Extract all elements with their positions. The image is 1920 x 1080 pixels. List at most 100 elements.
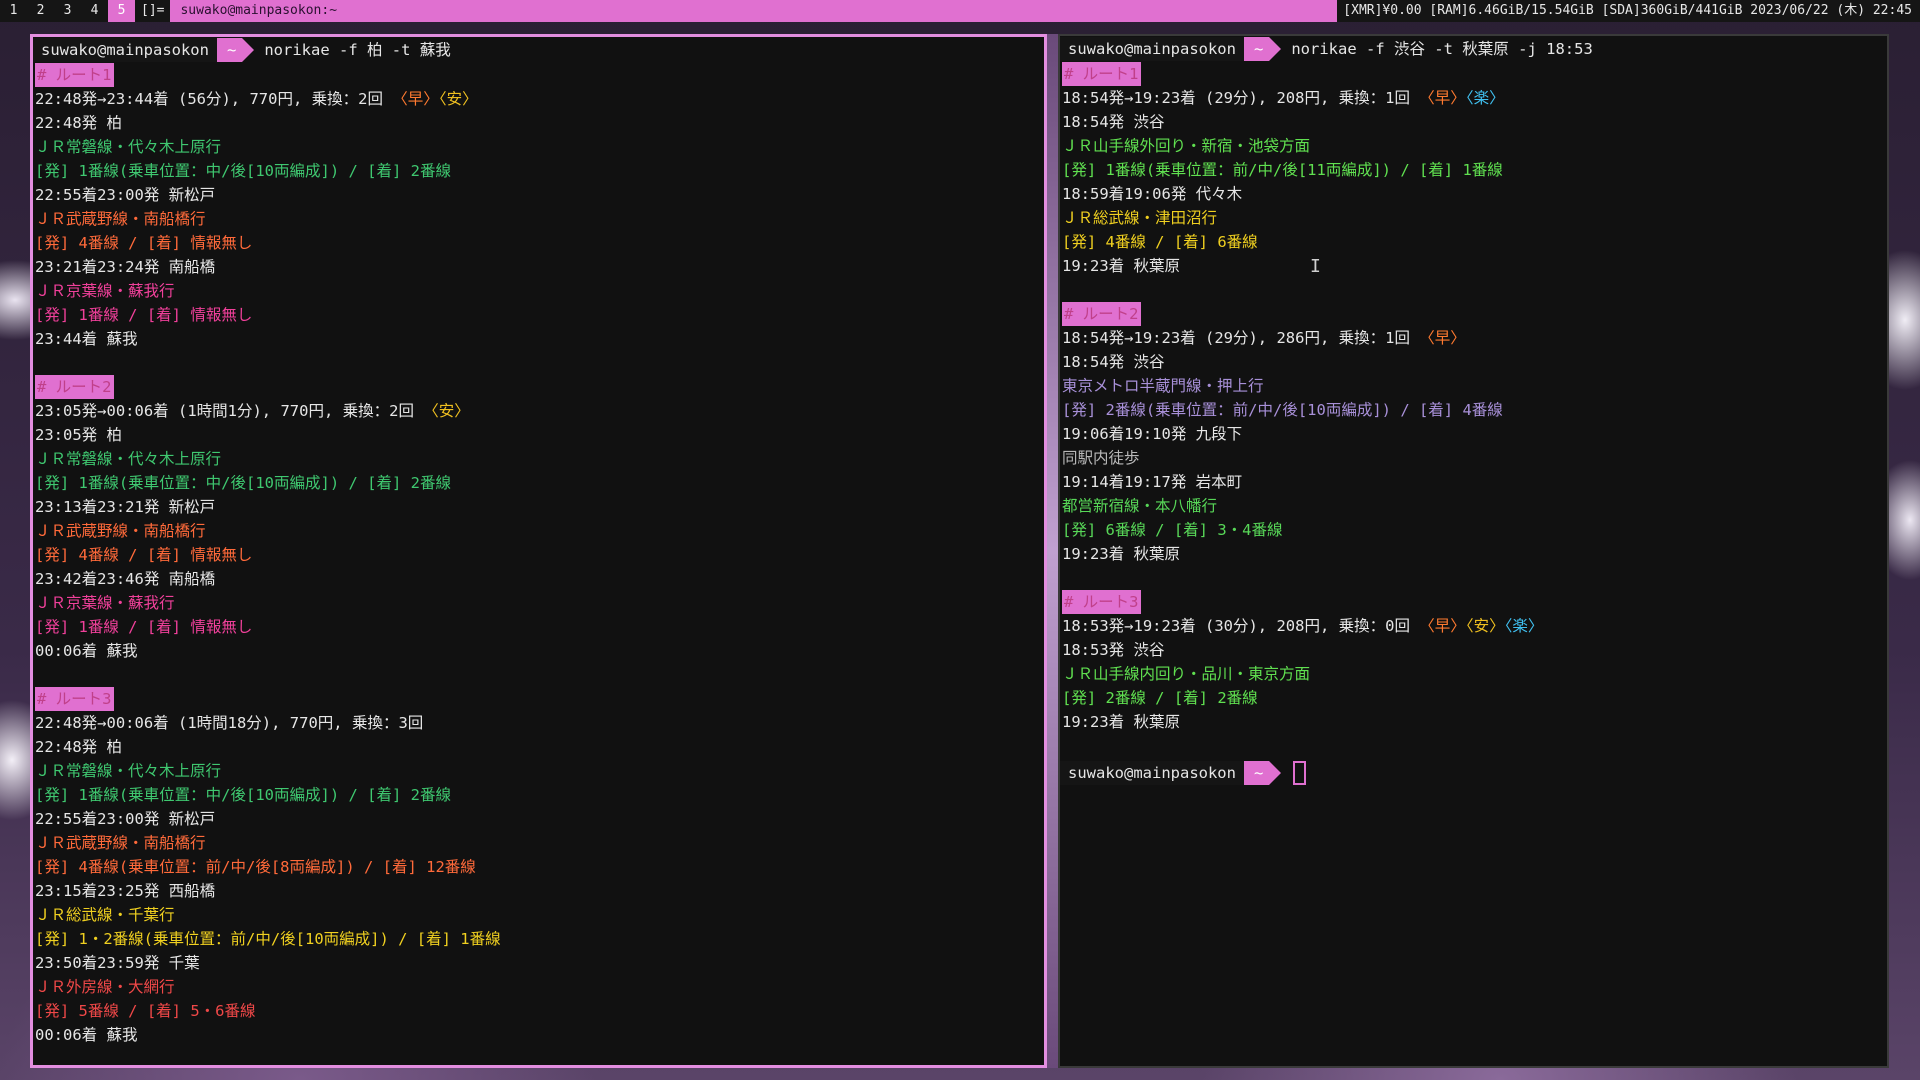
prompt-user: suwako@mainpasokon: [1060, 37, 1244, 61]
route-step: ＪＲ総武線・津田沼行: [1062, 209, 1218, 227]
route-tag: # ルート2: [35, 375, 114, 399]
route-flag: 〈早〉: [392, 90, 439, 108]
route-step: 23:15着23:25発 西船橋: [35, 882, 216, 900]
route-step: [発] 1・2番線(乗車位置：前/中/後[10両編成]) / [着] 1番線: [35, 930, 501, 948]
route-step: [発] 5番線 / [着] 5・6番線: [35, 1002, 256, 1020]
workspace-list: 12345: [0, 0, 135, 22]
route-summary: 22:48発→23:44着 (56分), 770円, 乗換：2回 〈早〉〈安〉: [33, 87, 1044, 111]
route-header: # ルート2: [33, 375, 1044, 399]
route-summary-text: 23:05発→00:06着 (1時間1分), 770円, 乗換：2回: [35, 402, 424, 420]
workspace-3[interactable]: 3: [54, 0, 81, 22]
terminal-left[interactable]: suwako@mainpasokon ~ norikae -f 柏 -t 蘇我 …: [30, 34, 1047, 1068]
workspace-1[interactable]: 1: [0, 0, 27, 22]
route-step: ＪＲ武蔵野線・南船橋行: [35, 834, 206, 852]
route-summary-text: 22:48発→00:06着 (1時間18分), 770円, 乗換：3回: [35, 714, 424, 732]
route-tag: # ルート3: [35, 687, 114, 711]
route-step: ＪＲ京葉線・蘇我行: [35, 282, 175, 300]
route-header: # ルート1: [33, 63, 1044, 87]
route-flag: 〈早〉: [1419, 89, 1466, 107]
workspace-2[interactable]: 2: [27, 0, 54, 22]
final-prompt[interactable]: suwako@mainpasokon ~: [1060, 760, 1887, 786]
prompt-dir: ~: [1243, 761, 1270, 785]
route-step: 19:23着 秋葉原: [1062, 713, 1180, 731]
route-step: [発] 4番線 / [着] 情報無し: [35, 234, 253, 252]
route-step: 23:44着 蘇我: [35, 330, 138, 348]
route-flag: 〈早〉: [1419, 617, 1466, 635]
prompt-dir: ~: [1243, 37, 1270, 61]
route-flag: 〈楽〉: [1504, 617, 1544, 635]
workspace-4[interactable]: 4: [81, 0, 108, 22]
route-step: 18:54発 渋谷: [1062, 353, 1165, 371]
route-flag: 〈楽〉: [1465, 89, 1505, 107]
prompt-user: suwako@mainpasokon: [1060, 761, 1244, 785]
layout-indicator[interactable]: []=: [135, 0, 170, 22]
route-tag: # ルート1: [35, 63, 114, 87]
command-text: norikae -f 柏 -t 蘇我: [264, 41, 451, 59]
route-results: # ルート1 18:54発→19:23着 (29分), 208円, 乗換：1回 〈…: [1060, 62, 1887, 758]
prompt-user: suwako@mainpasokon: [33, 38, 217, 62]
route-header: # ルート2: [1060, 302, 1887, 326]
system-status: [XMR]¥0.00 [RAM]6.46GiB/15.54GiB [SDA]36…: [1337, 0, 1920, 22]
route-step: ＪＲ常磐線・代々木上原行: [35, 450, 222, 468]
route-step: 19:23着 秋葉原: [1062, 545, 1180, 563]
route-step: 同駅内徒歩: [1062, 449, 1140, 467]
route-step: [発] 1番線(乗車位置：中/後[10両編成]) / [着] 2番線: [35, 786, 451, 804]
route-summary: 23:05発→00:06着 (1時間1分), 770円, 乗換：2回 〈安〉: [33, 399, 1044, 423]
focused-window-title: suwako@mainpasokon:~: [170, 0, 1338, 22]
route-step: ＪＲ常磐線・代々木上原行: [35, 762, 222, 780]
route-step: [発] 1番線 / [着] 情報無し: [35, 618, 253, 636]
route-step: ＪＲ総武線・千葉行: [35, 906, 175, 924]
route-step: ＪＲ山手線内回り・品川・東京方面: [1062, 665, 1311, 683]
route-step: [発] 1番線 / [着] 情報無し: [35, 306, 253, 324]
route-step: [発] 4番線(乗車位置：前/中/後[8両編成]) / [着] 12番線: [35, 858, 476, 876]
terminal-right[interactable]: suwako@mainpasokon ~ norikae -f 渋谷 -t 秋葉…: [1058, 34, 1889, 1068]
route-step: [発] 6番線 / [着] 3・4番線: [1062, 521, 1283, 539]
route-step: 23:50着23:59発 千葉: [35, 954, 200, 972]
route-step: 22:48発 柏: [35, 738, 122, 756]
route-step: ＪＲ山手線外回り・新宿・池袋方面: [1062, 137, 1311, 155]
route-results: # ルート1 22:48発→23:44着 (56分), 770円, 乗換：2回 〈…: [33, 63, 1044, 1047]
route-step: 都営新宿線・本八幡行: [1062, 497, 1218, 515]
route-header: # ルート1: [1060, 62, 1887, 86]
route-step: [発] 1番線(乗車位置：中/後[10両編成]) / [着] 2番線: [35, 474, 451, 492]
route-step: ＪＲ常磐線・代々木上原行: [35, 138, 222, 156]
route-flag: 〈安〉: [438, 90, 478, 108]
command-prompt: suwako@mainpasokon ~ norikae -f 渋谷 -t 秋葉…: [1060, 36, 1887, 62]
route-summary-text: 18:53発→19:23着 (30分), 208円, 乗換：0回: [1062, 617, 1420, 635]
route-step: 23:05発 柏: [35, 426, 122, 444]
route-tag: # ルート2: [1062, 302, 1141, 326]
prompt-arrow-icon: [1269, 761, 1282, 785]
route-step: 22:55着23:00発 新松戸: [35, 810, 216, 828]
route-summary-text: 18:54発→19:23着 (29分), 286円, 乗換：1回: [1062, 329, 1420, 347]
route-step: 23:42着23:46発 南船橋: [35, 570, 216, 588]
route-step: ＪＲ武蔵野線・南船橋行: [35, 210, 206, 228]
route-step: 19:06着19:10発 九段下: [1062, 425, 1243, 443]
route-step: ＪＲ京葉線・蘇我行: [35, 594, 175, 612]
prompt-arrow-icon: [1269, 37, 1282, 61]
route-step: 19:23着 秋葉原: [1062, 257, 1180, 275]
route-step: [発] 4番線 / [着] 情報無し: [35, 546, 253, 564]
command-prompt: suwako@mainpasokon ~ norikae -f 柏 -t 蘇我: [33, 37, 1044, 63]
prompt-dir: ~: [216, 38, 243, 62]
route-summary: 22:48発→00:06着 (1時間18分), 770円, 乗換：3回: [33, 711, 1044, 735]
ibeam-cursor-icon: I: [1310, 256, 1321, 277]
route-step: 23:21着23:24発 南船橋: [35, 258, 216, 276]
route-step: 22:48発 柏: [35, 114, 122, 132]
route-summary: 18:54発→19:23着 (29分), 208円, 乗換：1回 〈早〉〈楽〉: [1060, 86, 1887, 110]
route-summary-text: 18:54発→19:23着 (29分), 208円, 乗換：1回: [1062, 89, 1420, 107]
status-bar: 12345 []= suwako@mainpasokon:~ [XMR]¥0.0…: [0, 0, 1920, 22]
route-step: 18:59着19:06発 代々木: [1062, 185, 1243, 203]
route-step: 22:55着23:00発 新松戸: [35, 186, 216, 204]
command-text: norikae -f 渋谷 -t 秋葉原 -j 18:53: [1291, 40, 1593, 58]
workspace-5[interactable]: 5: [108, 0, 135, 22]
route-step: 00:06着 蘇我: [35, 1026, 138, 1044]
route-tag: # ルート3: [1062, 590, 1141, 614]
route-step: [発] 1番線(乗車位置：中/後[10両編成]) / [着] 2番線: [35, 162, 451, 180]
route-step: ＪＲ武蔵野線・南船橋行: [35, 522, 206, 540]
route-flag: 〈安〉: [1465, 617, 1505, 635]
prompt-arrow-icon: [242, 38, 255, 62]
route-tag: # ルート1: [1062, 62, 1141, 86]
text-cursor: [1293, 761, 1307, 785]
